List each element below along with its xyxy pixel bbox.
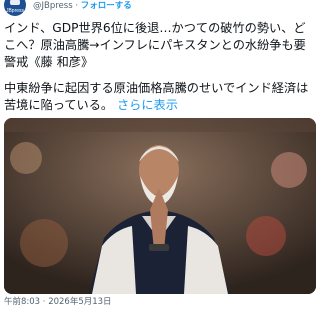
tweet-text-paragraph-2: 中東紛争に起因する原油価格高騰のせいでインド経済は苦境に陥っている。 さらに表示	[4, 80, 316, 114]
account-handle[interactable]: @JBpress	[33, 1, 73, 11]
jbpress-logo-icon	[10, 0, 20, 5]
tweet-text: インド、GDP世界6位に後退…かつての破竹の勢い、どこへ？原油高騰→インフレにパ…	[4, 21, 306, 69]
separator: ·	[75, 1, 79, 11]
tweet-timestamp[interactable]: 午前8:03 · 2026年5月13日	[4, 297, 112, 308]
handle-row: @JBpress · フォローする	[33, 1, 132, 12]
photo-illustration	[4, 118, 316, 294]
avatar-text: JBpress	[5, 8, 25, 14]
tweet-photo[interactable]	[4, 118, 316, 294]
account-avatar[interactable]: JBpress	[4, 0, 26, 16]
follow-button[interactable]: フォローする	[81, 1, 132, 11]
show-more-link[interactable]: さらに表示	[117, 98, 178, 112]
tweet-header: JBpress @JBpress · フォローする	[0, 0, 320, 16]
